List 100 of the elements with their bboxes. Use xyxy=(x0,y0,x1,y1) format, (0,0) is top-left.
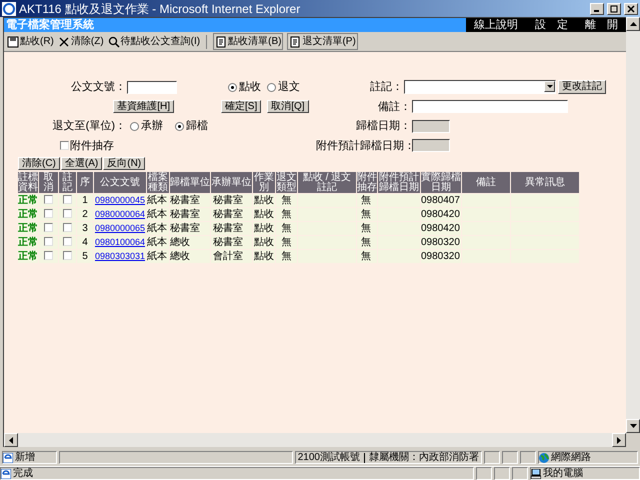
scissors-icon xyxy=(58,36,70,48)
table-cell: 0980320 xyxy=(421,250,461,263)
column-header: 附件抽存 xyxy=(357,172,377,193)
doc-link[interactable]: 0980000065 xyxy=(94,223,146,233)
toolbar-button[interactable]: 點收清單(B) xyxy=(213,33,284,50)
search-icon xyxy=(108,36,120,48)
toolbar-button[interactable]: 退文清單(P) xyxy=(287,33,358,50)
checkbox[interactable] xyxy=(63,208,72,218)
table-cell: 點收 xyxy=(253,222,275,235)
table-cell: 總收 xyxy=(170,250,210,263)
column-header: 作業別 xyxy=(253,172,275,193)
doc-link[interactable]: 0980000045 xyxy=(94,195,146,205)
table-cell: 點收 xyxy=(253,208,275,221)
list-button[interactable]: 反向(N) xyxy=(103,157,146,170)
column-header: 退文類型 xyxy=(276,172,297,193)
status-text: 網際網路 xyxy=(551,451,591,465)
status-text: 完成 xyxy=(13,466,33,480)
table-cell: 3 xyxy=(77,222,93,235)
radio-label: 退文 xyxy=(278,80,300,95)
table-cell: 紙本 xyxy=(147,194,169,207)
table-cell: 點收 xyxy=(253,250,275,263)
doc-link[interactable]: 0980000064 xyxy=(94,209,146,219)
radio-button[interactable] xyxy=(267,82,276,92)
status-text: 2100測試帳號 xyxy=(298,450,360,465)
checkbox[interactable] xyxy=(63,222,72,232)
column-header: 點收 / 退文註記 xyxy=(298,172,356,193)
table-cell: 無 xyxy=(276,208,297,221)
table-cell: 無 xyxy=(357,250,377,263)
doc-link[interactable]: 0980100064 xyxy=(94,237,146,247)
page-icon xyxy=(1,468,11,478)
menu-link[interactable]: 線上說明 xyxy=(474,16,518,34)
table-cell: 紙本 xyxy=(147,250,169,263)
table-cell: 總收 xyxy=(170,236,210,249)
close-button[interactable] xyxy=(624,2,638,14)
up-arrow-icon xyxy=(630,22,636,26)
table-cell: 無 xyxy=(276,194,297,207)
table-cell: 4 xyxy=(77,236,93,249)
table-cell: 0980420 xyxy=(421,208,461,221)
checkbox[interactable] xyxy=(63,194,72,204)
menu-link[interactable]: 離 開 xyxy=(585,16,618,34)
toolbar-button[interactable]: 點收(R) xyxy=(7,34,54,49)
checkbox[interactable] xyxy=(60,141,69,150)
column-header: 實際歸檔日期 xyxy=(421,172,461,193)
table-cell: 5 xyxy=(77,250,93,263)
browser-icon xyxy=(2,2,16,16)
input-field[interactable] xyxy=(412,100,568,114)
checkbox[interactable] xyxy=(44,236,53,246)
checkbox[interactable] xyxy=(44,194,53,204)
table-cell: 無 xyxy=(357,222,377,235)
confirm-button[interactable]: 確定[S] xyxy=(221,100,262,114)
column-header: 註記 xyxy=(59,172,76,193)
left-arrow-icon xyxy=(9,436,13,444)
globe-icon xyxy=(539,452,549,462)
input-field[interactable] xyxy=(127,80,177,94)
maintain-button[interactable]: 基資維護[H] xyxy=(113,100,174,114)
dropdown[interactable] xyxy=(404,80,556,94)
table-cell: 紙本 xyxy=(147,236,169,249)
column-header: 公文文號 xyxy=(94,172,146,193)
status-text: 隸屬機關：內政部消防署 xyxy=(369,450,479,465)
radio-button[interactable] xyxy=(228,82,237,92)
minimize-button[interactable] xyxy=(590,2,604,14)
column-header: 備註 xyxy=(462,172,510,193)
field-label: 退文至(單位)： xyxy=(52,118,126,134)
radio-label: 歸檔 xyxy=(186,119,208,134)
field-label: 附件預計歸檔日期： xyxy=(316,138,411,154)
radio-button[interactable] xyxy=(130,122,139,131)
table-cell: 無 xyxy=(276,236,297,249)
column-header: 取消 xyxy=(39,172,58,193)
doc-link[interactable]: 0980303031 xyxy=(94,251,146,261)
table-cell: 紙本 xyxy=(147,208,169,221)
checkbox-label: 附件抽存 xyxy=(70,138,114,154)
table-cell: 秘書室 xyxy=(211,236,252,249)
checkbox[interactable] xyxy=(63,236,72,246)
radio-button[interactable] xyxy=(175,122,184,131)
table-cell: 點收 xyxy=(253,194,275,207)
maximize-button[interactable] xyxy=(607,2,621,14)
horizontal-scrollbar[interactable] xyxy=(3,433,626,447)
checkbox[interactable] xyxy=(63,250,72,260)
list-button[interactable]: 清除(C) xyxy=(18,157,60,170)
column-header: 承辦單位 xyxy=(211,172,252,193)
table-cell: 點收 xyxy=(253,236,275,249)
checkbox[interactable] xyxy=(44,208,53,218)
checkbox[interactable] xyxy=(44,250,53,260)
document-icon xyxy=(215,36,228,48)
change-note-button[interactable]: 更改註記 xyxy=(558,80,606,94)
checkbox[interactable] xyxy=(44,222,53,232)
list-button[interactable]: 全選(A) xyxy=(60,157,102,170)
table-cell: 會計室 xyxy=(211,250,252,263)
radio-label: 點收 xyxy=(239,80,261,95)
menu-link[interactable]: 設 定 xyxy=(535,16,568,34)
table-cell: 1 xyxy=(77,194,93,207)
toolbar-button[interactable]: 清除(Z) xyxy=(58,34,104,49)
toolbar-button[interactable]: 待點收公文查詢(I) xyxy=(108,34,200,49)
close-icon xyxy=(627,4,635,12)
status-pane xyxy=(476,467,492,480)
table-cell: 無 xyxy=(357,194,377,207)
table-cell: 正常 xyxy=(18,250,38,263)
vertical-scrollbar[interactable] xyxy=(626,17,640,433)
right-arrow-icon xyxy=(617,436,621,444)
cancel-button[interactable]: 取消[Q] xyxy=(267,100,309,114)
